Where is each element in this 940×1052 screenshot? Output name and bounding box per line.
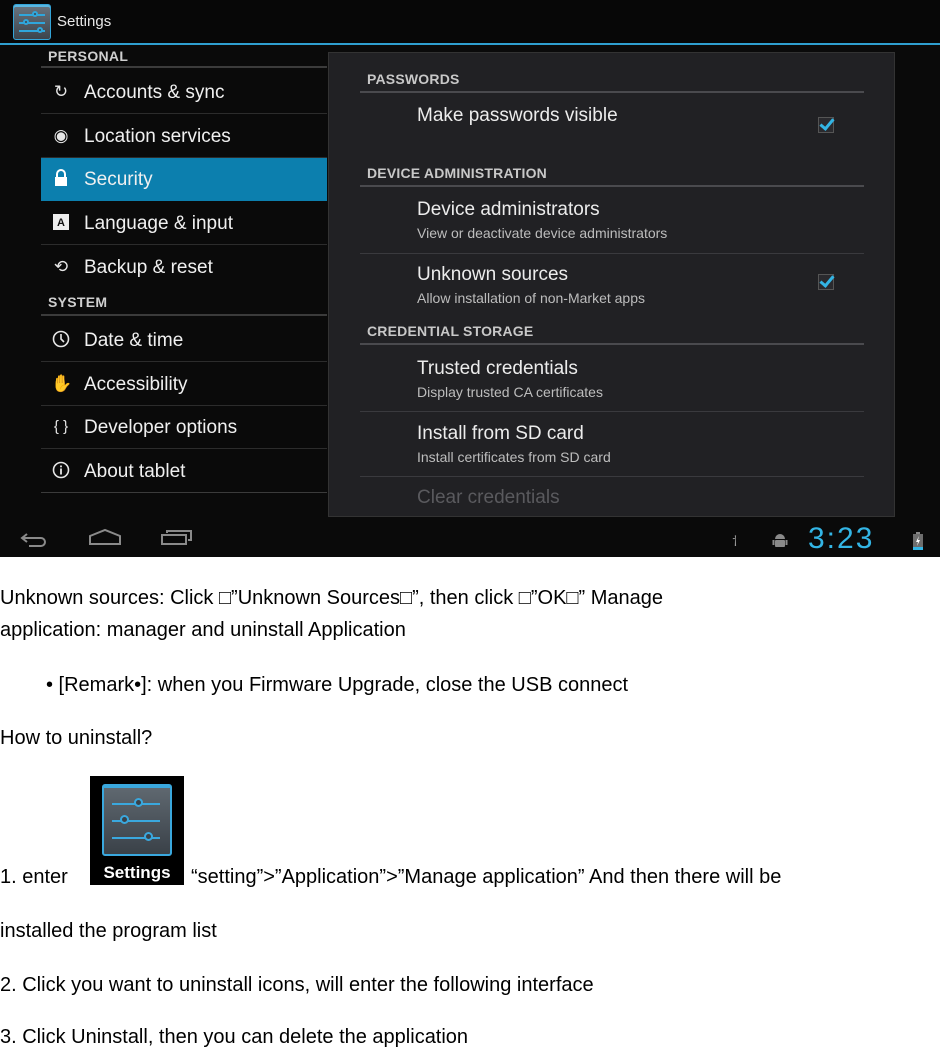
info-icon (51, 461, 71, 481)
nav-item-label: About tablet (84, 461, 186, 482)
step-2: 2. Click you want to uninstall icons, wi… (0, 974, 594, 996)
settings-sliders-icon[interactable] (13, 4, 51, 40)
android-debug-icon (772, 532, 788, 551)
settings-nav: PERSONAL ↻ Accounts & sync ◉ Location se… (0, 47, 327, 517)
nav-item-label: Date & time (84, 330, 184, 351)
security-detail-pane: PASSWORDS Make passwords visible DEVICE … (328, 52, 895, 517)
battery-charging-icon (913, 532, 923, 553)
divider (41, 314, 327, 316)
sync-icon: ↻ (53, 82, 69, 101)
settings-app-icon: Settings (90, 776, 184, 885)
nav-item-developer-options[interactable]: { } Developer options (41, 406, 327, 449)
section-header-personal: PERSONAL (48, 48, 129, 64)
nav-item-language-input[interactable]: A Language & input (41, 202, 327, 245)
divider (360, 253, 864, 254)
nav-item-date-time[interactable]: Date & time (41, 319, 327, 362)
nav-item-label: Location services (84, 126, 231, 147)
clock-icon (51, 330, 71, 350)
nav-item-accounts-sync[interactable]: ↻ Accounts & sync (41, 71, 327, 114)
keyboard-a-icon: A (51, 213, 71, 233)
hand-icon: ✋ (51, 374, 73, 393)
nav-item-label: Accounts & sync (84, 82, 225, 103)
usb-icon: ⸶ (732, 533, 739, 549)
divider (41, 66, 327, 68)
nav-item-label: Developer options (84, 417, 238, 438)
pref-summary: Display trusted CA certificates (417, 384, 603, 400)
nav-item-location-services[interactable]: ◉ Location services (41, 115, 327, 158)
step-1-prefix: 1. enter (0, 866, 68, 888)
location-icon: ◉ (53, 126, 69, 145)
nav-item-label: Backup & reset (84, 257, 213, 278)
svg-text:A: A (57, 217, 65, 229)
pref-summary: Install certificates from SD card (417, 449, 611, 465)
nav-item-backup-reset[interactable]: ⟲ Backup & reset (41, 246, 327, 289)
pref-summary: View or deactivate device administrators (417, 225, 668, 241)
divider (360, 185, 864, 187)
recent-apps-icon[interactable] (160, 528, 194, 551)
section-header-credential-storage: CREDENTIAL STORAGE (367, 323, 534, 339)
unknown-sources-checkbox[interactable] (818, 274, 834, 290)
action-bar: Settings (0, 0, 940, 45)
nav-item-label: Security (84, 169, 153, 190)
section-header-passwords: PASSWORDS (367, 71, 460, 87)
divider (360, 343, 864, 345)
heading-how-to-uninstall: How to uninstall? (0, 727, 153, 749)
paragraph-manage-application: application: manager and uninstall Appli… (0, 619, 406, 641)
back-icon[interactable] (19, 531, 51, 552)
make-passwords-visible-checkbox[interactable] (818, 117, 834, 133)
nav-item-accessibility[interactable]: ✋ Accessibility (41, 363, 327, 406)
pref-install-from-sd-card[interactable]: Install from SD card Install certificate… (360, 423, 864, 473)
nav-item-label: Language & input (84, 213, 233, 234)
pref-title: Trusted credentials (417, 358, 578, 379)
divider (360, 91, 864, 93)
pref-make-passwords-visible[interactable]: Make passwords visible (360, 105, 864, 145)
pref-trusted-credentials[interactable]: Trusted credentials Display trusted CA c… (360, 358, 864, 408)
pref-unknown-sources[interactable]: Unknown sources Allow installation of no… (360, 264, 864, 314)
pref-title: Clear credentials (417, 487, 560, 508)
settings-icon-caption: Settings (103, 863, 171, 882)
nav-item-security[interactable]: Security (41, 158, 327, 201)
remark-bullet: • [Remark•]: when you Firmware Upgrade, … (46, 674, 629, 696)
section-header-system: SYSTEM (48, 294, 108, 310)
step-1-continued: installed the program list (0, 920, 217, 942)
pref-title: Make passwords visible (417, 105, 618, 126)
pref-title: Install from SD card (417, 423, 584, 444)
pref-device-administrators[interactable]: Device administrators View or deactivate… (360, 199, 864, 249)
pref-summary: Allow installation of non-Market apps (417, 290, 646, 306)
nav-item-label: Accessibility (84, 374, 188, 395)
pref-title: Device administrators (417, 199, 600, 220)
system-bar: ⸶ 3:23 (0, 517, 940, 557)
step-3: 3. Click Uninstall, then you can delete … (0, 1026, 469, 1048)
home-icon[interactable] (88, 528, 122, 551)
section-header-device-administration: DEVICE ADMINISTRATION (367, 165, 547, 181)
status-clock: 3:23 (808, 522, 875, 555)
lock-icon (51, 169, 71, 189)
nav-item-about-tablet[interactable]: About tablet (41, 450, 327, 493)
pref-clear-credentials: Clear credentials (360, 487, 864, 517)
backup-icon: ⟲ (53, 257, 69, 276)
divider (360, 476, 864, 477)
paragraph-unknown-sources: Unknown sources: Click □”Unknown Sources… (0, 587, 663, 609)
step-1-text: “setting”>”Application”>”Manage applicat… (191, 866, 782, 888)
pref-title: Unknown sources (417, 264, 569, 285)
android-settings-screenshot: Settings PERSONAL ↻ Accounts & sync ◉ Lo… (0, 0, 940, 557)
app-title: Settings (57, 13, 112, 30)
divider (360, 411, 864, 412)
braces-icon: { } (53, 418, 69, 435)
